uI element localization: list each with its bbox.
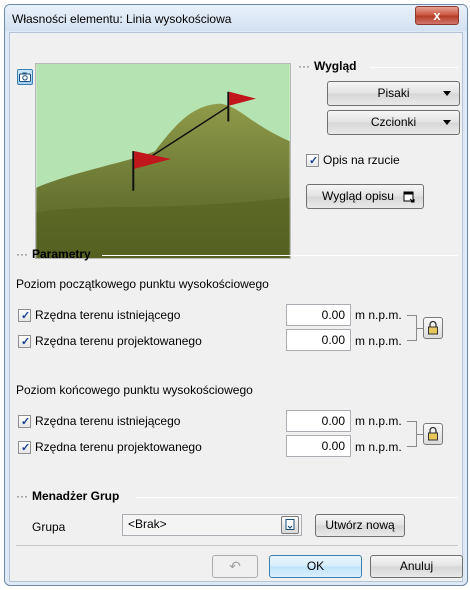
end-designed-input[interactable]: 0.00 — [286, 435, 351, 457]
chevron-down-icon — [443, 91, 451, 96]
chevron-down-icon — [443, 120, 451, 125]
checkmark-icon: ✓ — [21, 310, 31, 322]
plan-label-checkbox[interactable]: ✓ — [306, 154, 319, 167]
checkmark-icon: ✓ — [309, 155, 319, 167]
start-existing-input[interactable]: 0.00 — [286, 304, 351, 326]
dialog-client-area: ··· Wygląd Pisaki Czcionki ✓ Opis na rzuc… — [9, 32, 463, 582]
lock-icon — [428, 320, 438, 335]
start-level-title: Poziom początkowego punktu wysokościoweg… — [16, 277, 269, 291]
end-link-bracket — [407, 421, 417, 447]
document-list-icon — [285, 519, 295, 530]
checkmark-icon: ✓ — [21, 336, 31, 348]
group-manager-heading: ··· Menadżer Grup — [16, 489, 120, 503]
start-link-bracket — [407, 315, 417, 341]
ok-button[interactable]: OK — [269, 555, 362, 578]
lock-icon — [428, 426, 438, 441]
title-bar[interactable]: Własności elementu: Linia wysokościowa x — [5, 5, 467, 31]
undo-icon: ↶ — [229, 558, 241, 574]
preview-image — [35, 63, 291, 259]
cancel-button[interactable]: Anuluj — [370, 555, 463, 578]
end-existing-label: Rzędna terenu istniejącego — [35, 414, 181, 428]
dialog-title: Własności elementu: Linia wysokościowa — [12, 12, 232, 26]
parameters-separator — [102, 255, 458, 256]
properties-dialog: Własności elementu: Linia wysokościowa x — [4, 4, 468, 586]
parameters-heading: ··· Parametry — [16, 247, 91, 261]
end-designed-label: Rzędna terenu projektowanego — [35, 440, 202, 454]
group-manager-separator — [136, 497, 458, 498]
camera-icon — [19, 72, 31, 82]
start-designed-input[interactable]: 0.00 — [286, 329, 351, 351]
start-lock-button[interactable] — [423, 317, 443, 339]
start-designed-checkbox[interactable]: ✓ — [18, 335, 31, 348]
end-level-title: Poziom końcowego punktu wysokościowego — [16, 383, 253, 397]
group-select[interactable]: <Brak> — [122, 514, 302, 536]
footer-separator — [16, 545, 458, 546]
end-designed-unit: m n.p.m. — [355, 440, 402, 454]
close-button[interactable]: x — [415, 6, 459, 25]
plan-label-text: Opis na rzucie — [323, 153, 400, 167]
start-designed-unit: m n.p.m. — [355, 334, 402, 348]
checkmark-icon: ✓ — [21, 416, 31, 428]
group-label: Grupa — [32, 520, 66, 534]
camera-button[interactable] — [17, 69, 33, 85]
end-designed-checkbox[interactable]: ✓ — [18, 441, 31, 454]
start-existing-label: Rzędna terenu istniejącego — [35, 308, 181, 322]
label-appearance-button[interactable]: Wygląd opisu — [306, 184, 424, 209]
appearance-heading: ··· Wygląd — [298, 59, 357, 73]
fonts-dropdown-button[interactable]: Czcionki — [327, 110, 460, 135]
end-lock-button[interactable] — [423, 423, 443, 445]
undo-button[interactable]: ↶ — [212, 555, 258, 578]
start-existing-unit: m n.p.m. — [355, 308, 402, 322]
end-existing-input[interactable]: 0.00 — [286, 410, 351, 432]
end-existing-unit: m n.p.m. — [355, 414, 402, 428]
pens-dropdown-button[interactable]: Pisaki — [327, 81, 460, 106]
appearance-separator — [370, 67, 458, 68]
create-group-button[interactable]: Utwórz nową — [315, 514, 405, 537]
checkmark-icon: ✓ — [21, 442, 31, 454]
start-designed-label: Rzędna terenu projektowanego — [35, 334, 202, 348]
popup-window-icon — [403, 191, 415, 203]
start-existing-checkbox[interactable]: ✓ — [18, 309, 31, 322]
group-picker-button[interactable] — [281, 516, 299, 534]
end-existing-checkbox[interactable]: ✓ — [18, 415, 31, 428]
